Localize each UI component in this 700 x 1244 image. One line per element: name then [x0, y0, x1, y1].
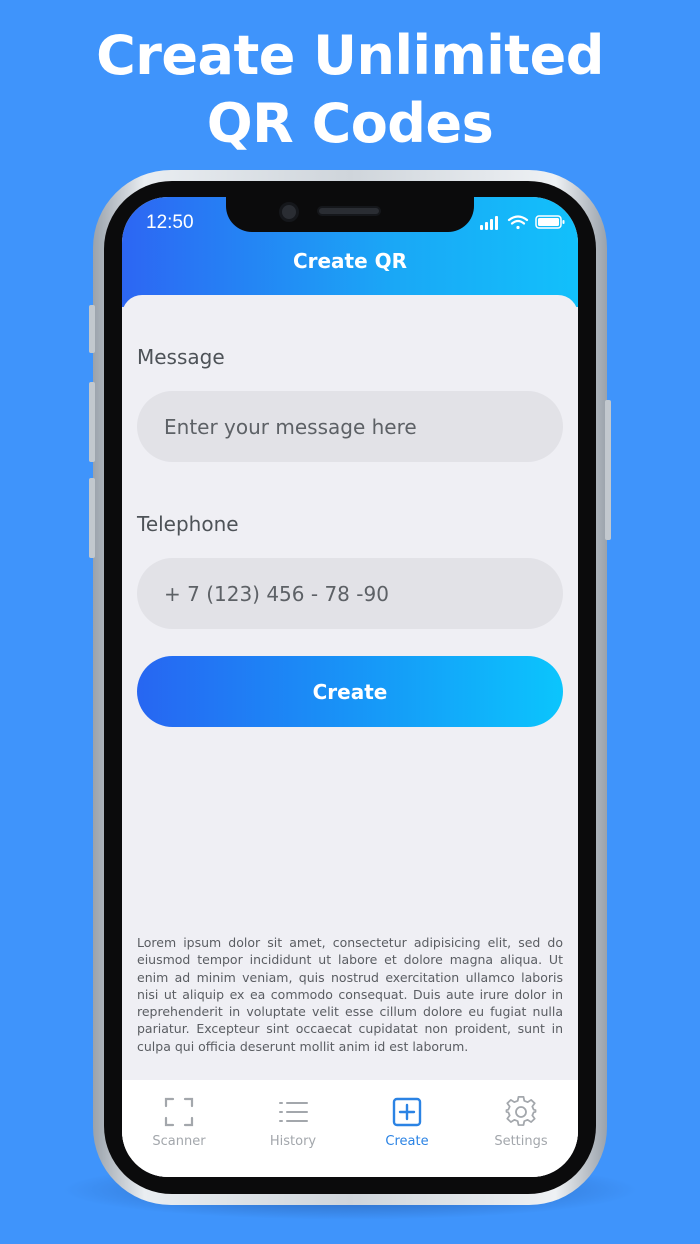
page-title: Create QR — [292, 249, 408, 273]
mute-switch — [89, 305, 95, 353]
tab-create[interactable]: Create — [350, 1080, 464, 1177]
tab-settings-label: Settings — [494, 1134, 548, 1149]
tab-create-label: Create — [385, 1134, 429, 1149]
earpiece-speaker — [317, 206, 381, 216]
scanner-frame-icon — [164, 1097, 194, 1127]
tab-history-label: History — [269, 1134, 317, 1149]
tab-bar: Scanner History Create Settings — [122, 1080, 578, 1177]
battery-icon — [535, 215, 565, 229]
form-card: Message Enter your message here Telephon… — [122, 295, 578, 1177]
footer-description: Lorem ipsum dolor sit amet, consectetur … — [137, 935, 563, 1054]
list-icon — [279, 1102, 308, 1122]
status-time: 12:50 — [146, 212, 194, 233]
power-button — [605, 400, 611, 540]
message-input[interactable]: Enter your message here — [137, 391, 563, 462]
message-label: Message — [137, 345, 225, 369]
gear-icon — [505, 1096, 537, 1126]
front-camera-icon — [279, 202, 299, 222]
create-button[interactable]: Create — [137, 656, 563, 727]
volume-up-button — [89, 382, 95, 462]
signal-icon — [480, 216, 498, 230]
status-icons — [480, 215, 565, 230]
promo-headline-line2: QR Codes — [206, 92, 494, 155]
telephone-input[interactable]: + 7 (123) 456 - 78 -90 — [137, 558, 563, 629]
plus-square-icon — [392, 1097, 422, 1127]
phone-screen: 12:50 Create QR Message Enter your messa… — [122, 197, 578, 1177]
tab-scanner[interactable]: Scanner — [122, 1080, 236, 1177]
tab-history[interactable]: History — [236, 1080, 350, 1177]
wifi-icon — [507, 215, 529, 230]
volume-down-button — [89, 478, 95, 558]
promo-headline-line1: Create Unlimited — [96, 24, 604, 87]
promo-headline: Create Unlimited QR Codes — [0, 22, 700, 158]
telephone-label: Telephone — [137, 512, 239, 536]
tab-settings[interactable]: Settings — [464, 1080, 578, 1177]
tab-scanner-label: Scanner — [152, 1134, 206, 1149]
